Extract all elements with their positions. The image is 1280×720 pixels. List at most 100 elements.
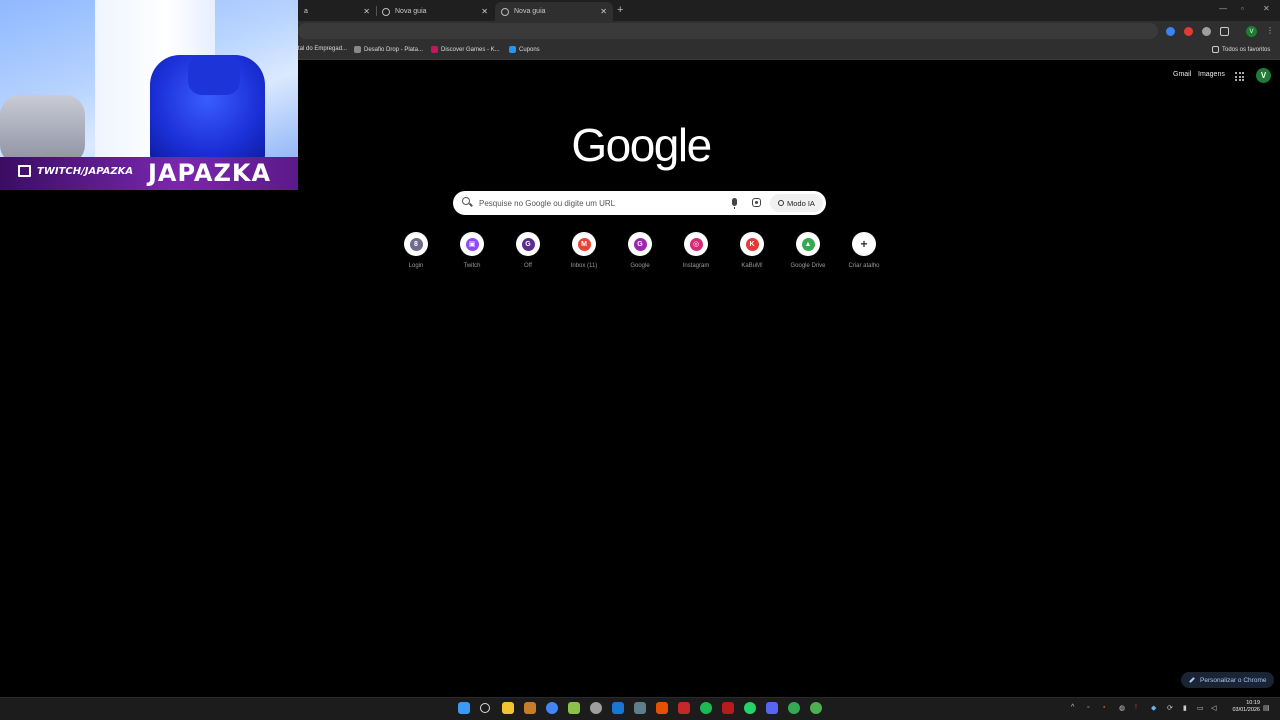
bookmark-favicon-icon <box>509 46 516 53</box>
chrome-icon <box>501 7 509 16</box>
shortcut-favicon-icon: + <box>860 237 868 251</box>
tray-icon[interactable]: ◍ <box>1119 704 1125 712</box>
shortcut-tile[interactable]: + Criar atalho <box>844 232 884 269</box>
puzzle-icon[interactable] <box>1220 27 1229 36</box>
shortcut-icon-circle: G <box>516 232 540 256</box>
shortcut-tile[interactable]: 8 Login <box>396 232 436 269</box>
profile-avatar[interactable]: V <box>1246 26 1257 37</box>
sofa <box>0 95 85 165</box>
address-bar[interactable] <box>298 23 1158 39</box>
app-icon[interactable] <box>524 702 536 714</box>
shortcut-icon-circle: G <box>628 232 652 256</box>
gmail-link[interactable]: Gmail <box>1173 71 1191 78</box>
bookmark-label: Desafio Drop - Plata... <box>364 46 424 53</box>
shortcut-favicon-icon: M <box>577 237 591 251</box>
bookmark-favicon-icon <box>431 46 438 53</box>
bookmark-item[interactable]: tal do Empregad... <box>298 46 347 52</box>
extension-icon[interactable] <box>1166 27 1175 36</box>
bookmark-label: Discover Games - K... <box>441 46 500 53</box>
google-lens-icon[interactable] <box>752 198 761 207</box>
microphone-icon[interactable]: ▮ <box>1183 704 1187 712</box>
tab-2[interactable]: Nova guia ✕ <box>376 2 494 21</box>
discord-icon[interactable] <box>766 702 778 714</box>
whatsapp-icon[interactable] <box>744 702 756 714</box>
shield-icon[interactable]: ◆ <box>1151 704 1156 712</box>
extension-icon[interactable] <box>1184 27 1193 36</box>
kebab-menu-icon[interactable]: ⋮ <box>1266 26 1275 35</box>
tab-3-active[interactable]: Nova guia ✕ <box>495 2 613 21</box>
profile-initial: V <box>1249 28 1254 35</box>
tab-1[interactable]: a ✕ <box>298 2 376 21</box>
tray-icon[interactable]: ◦ <box>1087 704 1089 711</box>
ai-search-icon <box>778 200 784 206</box>
app-icon[interactable] <box>612 702 624 714</box>
bookmark-label: Cupons <box>519 46 540 53</box>
new-tab-button[interactable]: + <box>617 4 623 16</box>
close-window-button[interactable]: ✕ <box>1263 4 1270 13</box>
shortcut-icon-circle: ▣ <box>460 232 484 256</box>
shortcut-label: Google Drive <box>790 263 826 269</box>
shortcut-tile[interactable]: G Off <box>508 232 548 269</box>
microphone-icon[interactable] <box>732 198 737 209</box>
shortcut-icon-circle: ▲ <box>796 232 820 256</box>
app-icon[interactable] <box>568 702 580 714</box>
tray-overflow-icon[interactable]: ^ <box>1071 704 1074 711</box>
all-bookmarks[interactable]: Todos os favoritos <box>1212 46 1270 53</box>
customize-chrome-button[interactable]: Personalizar o Chrome <box>1181 672 1275 688</box>
shortcut-tile[interactable]: ▣ Twitch <box>452 232 492 269</box>
shortcut-label: Instagram <box>682 263 710 269</box>
app-icon[interactable] <box>634 702 646 714</box>
bookmark-favicon-icon <box>354 46 361 53</box>
ai-mode-button[interactable]: Modo IA <box>770 194 823 212</box>
images-link[interactable]: Imagens <box>1198 71 1225 78</box>
account-avatar[interactable]: V <box>1256 68 1271 83</box>
shortcut-tile[interactable]: ◎ Instagram <box>676 232 716 269</box>
shortcut-tile[interactable]: ▲ Google Drive <box>788 232 828 269</box>
search-input[interactable] <box>479 195 729 211</box>
app-icon[interactable] <box>590 702 602 714</box>
account-initial: V <box>1260 71 1267 80</box>
ai-mode-label: Modo IA <box>787 198 815 208</box>
search-box[interactable]: Modo IA <box>453 191 826 215</box>
bookmark-item[interactable]: Cupons <box>509 46 540 53</box>
file-explorer-icon[interactable] <box>502 702 514 714</box>
shortcut-label: Login <box>408 263 424 269</box>
tab-2-close-icon[interactable]: ✕ <box>481 7 488 16</box>
shortcut-label: Criar atalho <box>848 263 880 269</box>
volume-icon[interactable]: ◁ <box>1211 704 1216 712</box>
shortcut-label: Off <box>524 263 532 269</box>
google-logo: Google <box>571 119 712 171</box>
windows-start-icon[interactable] <box>458 702 470 714</box>
chrome-icon <box>382 7 390 16</box>
shortcut-tile[interactable]: G Google <box>620 232 660 269</box>
shortcut-tile[interactable]: K KaBuM! <box>732 232 772 269</box>
app-icon[interactable] <box>722 702 734 714</box>
minimize-button[interactable]: — <box>1219 4 1227 13</box>
tray-icon[interactable]: ▪ <box>1103 704 1105 711</box>
network-icon[interactable]: ▭ <box>1197 704 1204 712</box>
app-icon[interactable] <box>810 702 822 714</box>
app-icon[interactable] <box>656 702 668 714</box>
maximize-button[interactable]: ▫ <box>1241 4 1244 13</box>
bookmark-item[interactable]: Discover Games - K... <box>431 46 500 53</box>
tray-icon[interactable]: ! <box>1135 704 1137 711</box>
shortcut-tile[interactable]: M Inbox (11) <box>564 232 604 269</box>
app-icon[interactable] <box>678 702 690 714</box>
bookmark-item[interactable]: Desafio Drop - Plata... <box>354 46 423 53</box>
chrome-icon[interactable] <box>546 702 558 714</box>
shortcut-label: Twitch <box>463 263 481 269</box>
apps-grid-icon[interactable] <box>1235 72 1244 81</box>
spotify-icon[interactable] <box>700 702 712 714</box>
extension-icon[interactable] <box>1202 27 1211 36</box>
tab-3-close-icon[interactable]: ✕ <box>600 7 607 16</box>
search-icon[interactable] <box>480 703 490 713</box>
chrome-icon[interactable] <box>788 702 800 714</box>
shortcut-label: KaBuM! <box>741 263 763 269</box>
notifications-icon[interactable]: ▤ <box>1263 704 1270 712</box>
tab-2-label: Nova guia <box>395 8 427 15</box>
tab-1-close-icon[interactable]: ✕ <box>363 7 370 16</box>
all-bookmarks-label: Todos os favoritos <box>1222 46 1271 53</box>
clock[interactable]: 10:19 03/01/2026 <box>1226 700 1260 714</box>
shortcut-icon-circle: K <box>740 232 764 256</box>
tray-icon[interactable]: ⟳ <box>1167 704 1173 712</box>
